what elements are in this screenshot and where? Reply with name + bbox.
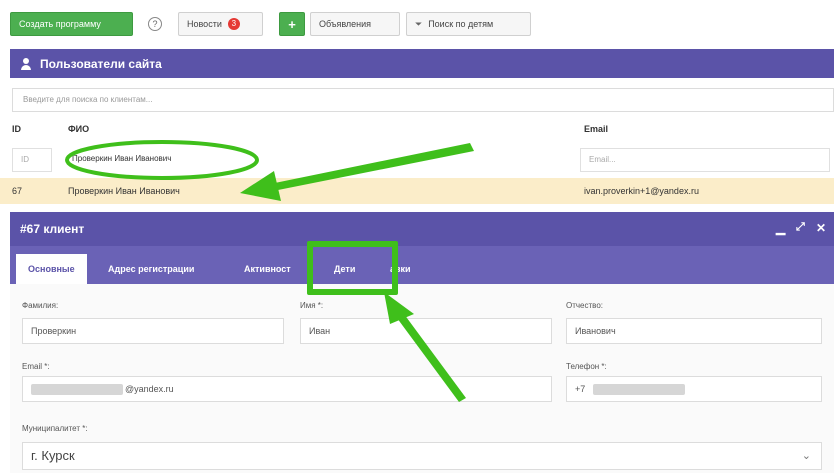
children-tab-highlight-box [307,241,398,295]
arrow-to-row [240,143,474,201]
name-highlight-ellipse [65,140,259,180]
arrow-to-children-tab [384,292,466,402]
annotation-layer [65,140,474,402]
